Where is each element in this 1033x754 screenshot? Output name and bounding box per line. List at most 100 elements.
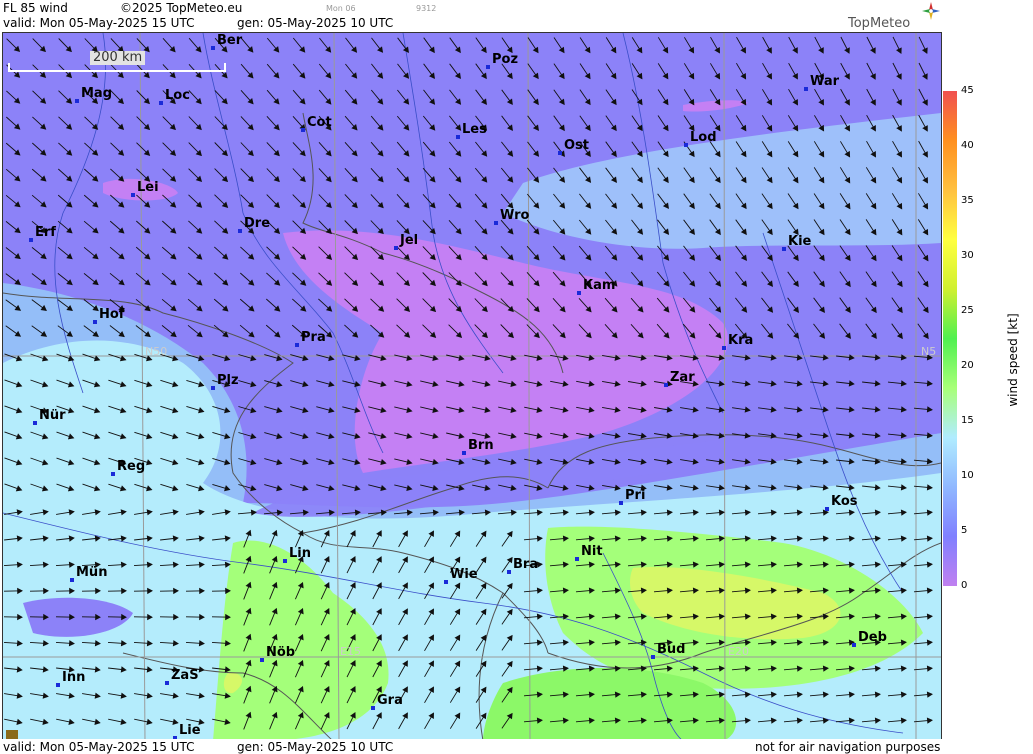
city-marker: [651, 655, 655, 659]
city-marker: [462, 451, 466, 455]
wind-map: N50 N5 E15 E20 Ber Poz War Mag Loc Cot Les Ost L…: [2, 32, 942, 742]
footer-bar: valid: Mon 05-May-2025 15 UTC gen: 05-Ma…: [0, 739, 943, 754]
city-marker: [56, 683, 60, 687]
city-label: Bud: [657, 642, 686, 657]
legend-tick: 30: [961, 250, 974, 261]
city-label: Brn: [468, 438, 494, 453]
city-label: Nit: [581, 544, 603, 559]
city-marker: [70, 578, 74, 582]
city-marker: [301, 128, 305, 132]
city-marker: [444, 580, 448, 584]
city-marker: [664, 383, 668, 387]
city-label: Poz: [492, 52, 519, 67]
city-marker: [575, 557, 579, 561]
city-marker: [486, 65, 490, 69]
city-label: Nür: [39, 408, 66, 423]
compass-logo-icon: [922, 2, 940, 20]
city-label: Kra: [728, 333, 754, 348]
legend-tick: 5: [961, 525, 968, 536]
city-label: Ber: [217, 33, 243, 48]
legend-gradient: [943, 91, 957, 586]
city-marker: [825, 507, 829, 511]
city-marker: [394, 246, 398, 250]
small-day-label: Mon 06: [326, 4, 356, 13]
city-label: Kie: [788, 234, 812, 249]
city-label: Pra: [301, 330, 326, 345]
city-marker: [804, 87, 808, 91]
city-marker: [507, 570, 511, 574]
city-marker: [260, 658, 264, 662]
scale-label: 200 km: [90, 51, 146, 65]
city-marker: [456, 135, 460, 139]
city-marker: [295, 343, 299, 347]
valid-time: valid: Mon 05-May-2025 15 UTC: [3, 16, 195, 30]
city-label: War: [810, 74, 840, 89]
city-marker: [722, 346, 726, 350]
city-label: Erf: [35, 225, 56, 240]
city-marker: [211, 386, 215, 390]
city-marker: [558, 151, 562, 155]
city-label: Wie: [450, 567, 478, 582]
city-marker: [29, 238, 33, 242]
copyright: ©2025 TopMeteo.eu: [120, 1, 243, 15]
lat-label-n50-right: N5: [921, 345, 937, 358]
city-label: Nöb: [266, 645, 296, 660]
city-label: Kam: [583, 278, 616, 293]
city-label: Gra: [377, 693, 403, 708]
header-bar: FL 85 wind ©2025 TopMeteo.eu Mon 06 9312…: [0, 0, 943, 32]
wind-field-layer: [3, 33, 941, 741]
city-label: Les: [462, 122, 487, 137]
topmeteo-logo: TopMeteo: [848, 16, 911, 31]
city-label: Deb: [858, 630, 887, 645]
city-label: ZaS: [171, 668, 199, 683]
city-label: Lie: [179, 723, 201, 738]
city-label: Kos: [831, 494, 858, 509]
legend-color-bar: [943, 91, 957, 586]
city-marker: [684, 143, 688, 147]
city-marker: [33, 421, 37, 425]
city-marker: [159, 101, 163, 105]
city-marker: [238, 229, 242, 233]
city-label: Reg: [117, 459, 146, 474]
city-marker: [75, 99, 79, 103]
legend-tick: 25: [961, 305, 974, 316]
city-label: Plz: [217, 373, 239, 388]
legend-tick: 45: [961, 85, 974, 96]
city-marker: [165, 681, 169, 685]
gen-time: gen: 05-May-2025 10 UTC: [237, 16, 394, 30]
lon-label-e15: E15: [340, 645, 361, 658]
city-label: Hof: [99, 307, 125, 322]
legend-tick: 35: [961, 195, 974, 206]
city-marker: [494, 221, 498, 225]
legend-tick: 10: [961, 470, 974, 481]
footer-gen-time: gen: 05-May-2025 10 UTC: [237, 740, 394, 754]
legend-unit-label: wind speed [kt]: [1006, 313, 1020, 407]
city-label: Mag: [81, 86, 113, 101]
city-label: Bra: [513, 557, 539, 572]
city-marker: [283, 559, 287, 563]
legend-tick: 0: [961, 580, 968, 591]
city-label: Cot: [307, 115, 332, 130]
city-label: Lei: [137, 180, 159, 195]
city-label: Loc: [165, 88, 190, 103]
city-marker: [619, 501, 623, 505]
city-marker: [93, 320, 97, 324]
city-label: Ost: [564, 138, 590, 153]
city-marker: [211, 46, 215, 50]
legend-tick: 40: [961, 140, 974, 151]
city-label: Inn: [62, 670, 86, 685]
city-label: Wro: [500, 208, 530, 223]
footer-valid-time: valid: Mon 05-May-2025 15 UTC: [3, 740, 195, 754]
city-marker: [131, 193, 135, 197]
city-label: Lod: [690, 130, 717, 145]
disclaimer: not for air navigation purposes: [755, 740, 941, 754]
city-label: Jel: [400, 233, 419, 248]
lon-label-e20: E20: [728, 645, 749, 658]
small-code-label: 9312: [416, 4, 437, 13]
city-marker: [852, 643, 856, 647]
city-label: Zar: [670, 370, 695, 385]
product-title: FL 85 wind: [3, 1, 68, 15]
city-marker: [111, 472, 115, 476]
legend-tick: 15: [961, 415, 974, 426]
city-marker: [371, 706, 375, 710]
